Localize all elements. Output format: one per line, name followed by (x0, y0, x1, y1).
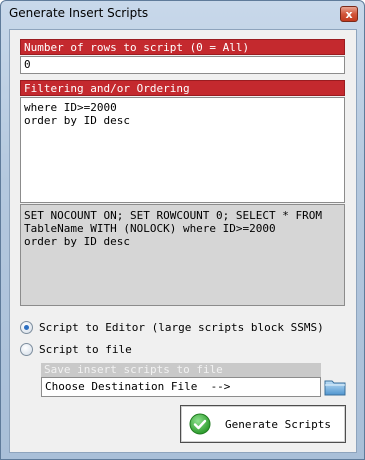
dialog-body: Number of rows to script (0 = All) 0 Fil… (9, 29, 357, 453)
filter-header: Filtering and/or Ordering (20, 80, 345, 96)
close-button[interactable]: x (340, 6, 358, 22)
title-bar[interactable]: Generate Insert Scripts x (1, 1, 364, 27)
dialog-window: Generate Insert Scripts x Number of rows… (0, 0, 365, 460)
check-icon (189, 413, 211, 435)
script-to-file-option[interactable]: Script to file (20, 341, 132, 357)
save-file-header: Save insert scripts to file (41, 363, 321, 377)
destination-file-field[interactable]: Choose Destination File --> (41, 377, 321, 397)
script-to-file-label: Script to file (39, 342, 132, 356)
filter-textarea[interactable]: where ID>=2000 order by ID desc (20, 97, 345, 203)
script-to-editor-label: Script to Editor (large scripts block SS… (39, 320, 324, 334)
radio-selected-icon[interactable] (20, 320, 33, 334)
generate-scripts-button[interactable]: Generate Scripts (180, 405, 346, 443)
radio-unselected-icon[interactable] (20, 342, 33, 356)
script-to-editor-option[interactable]: Script to Editor (large scripts block SS… (20, 319, 324, 335)
close-icon: x (345, 7, 353, 21)
folder-icon (324, 380, 346, 396)
sql-preview: SET NOCOUNT ON; SET ROWCOUNT 0; SELECT *… (20, 204, 345, 306)
generate-scripts-label: Generate Scripts (225, 417, 331, 431)
rows-header: Number of rows to script (0 = All) (20, 39, 345, 55)
rows-input[interactable]: 0 (20, 56, 345, 74)
browse-folder-button[interactable] (324, 378, 346, 396)
window-title: Generate Insert Scripts (9, 6, 149, 20)
